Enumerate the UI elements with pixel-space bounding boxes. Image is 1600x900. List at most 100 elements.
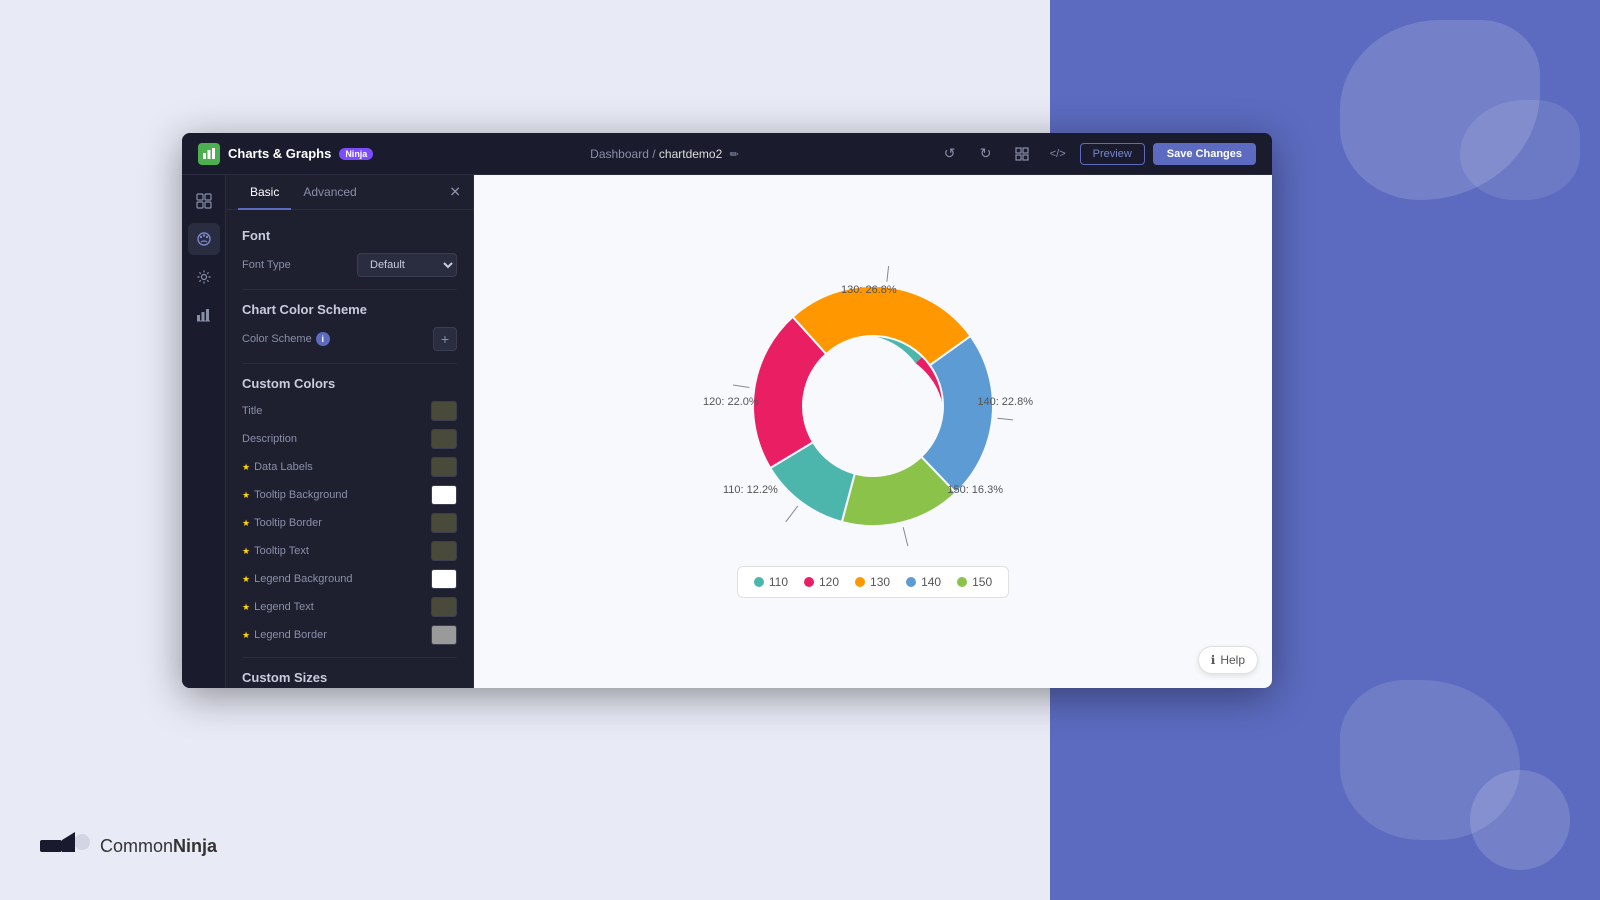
legend-item-150: 150 <box>957 575 992 589</box>
layout-button[interactable] <box>1008 140 1036 168</box>
color-row-description: Description <box>242 429 457 449</box>
header-actions: ↺ ↻ </> Preview Save Changes <box>936 140 1256 168</box>
sidebar-icon-grid[interactable] <box>188 185 220 217</box>
save-button[interactable]: Save Changes <box>1153 143 1256 165</box>
panel-close-button[interactable]: ✕ <box>449 184 461 201</box>
app-body: Basic Advanced ✕ Font Font Type Default … <box>182 175 1272 688</box>
panel-content: Font Font Type Default Sans-serif Serif … <box>226 210 473 688</box>
brand-logo-icon <box>40 832 90 860</box>
legend-item-120: 120 <box>804 575 839 589</box>
legend-dot-140 <box>906 577 916 587</box>
color-swatch-legend-border[interactable] <box>431 625 457 645</box>
label-110: 110: 12.2% <box>723 484 778 496</box>
edit-pencil-icon[interactable]: ✏ <box>730 149 739 161</box>
redo-button[interactable]: ↻ <box>972 140 1000 168</box>
label-120: 120: 22.0% <box>703 396 759 408</box>
color-row-legend-text: ★ Legend Text <box>242 597 457 617</box>
legend-label-120: 120 <box>819 575 839 589</box>
bottom-branding: CommonNinja <box>40 832 217 860</box>
section-divider-2 <box>242 363 457 364</box>
sidebar-icons <box>182 175 226 688</box>
color-swatch-title[interactable] <box>431 401 457 421</box>
chart-area: 130: 26.8% 140: 22.8% 150: 16.3% 110: 12… <box>474 175 1272 688</box>
color-swatch-description[interactable] <box>431 429 457 449</box>
help-label: Help <box>1220 653 1245 667</box>
donut-chart: 130: 26.8% 140: 22.8% 150: 16.3% 110: 12… <box>733 266 1013 546</box>
color-swatch-data-labels[interactable] <box>431 457 457 477</box>
color-swatch-legend-text[interactable] <box>431 597 457 617</box>
app-badge: Ninja <box>339 148 373 160</box>
legend-dot-130 <box>855 577 865 587</box>
color-row-legend-bg: ★ Legend Background <box>242 569 457 589</box>
tab-basic[interactable]: Basic <box>238 175 291 209</box>
color-row-tooltip-text: ★ Tooltip Text <box>242 541 457 561</box>
chart-container: 130: 26.8% 140: 22.8% 150: 16.3% 110: 12… <box>733 266 1013 598</box>
help-button[interactable]: ℹ Help <box>1198 646 1258 674</box>
color-swatch-tooltip-border[interactable] <box>431 513 457 533</box>
info-icon[interactable]: i <box>316 332 330 346</box>
color-label-legend-bg: ★ Legend Background <box>242 573 353 585</box>
sidebar-icon-settings[interactable] <box>188 261 220 293</box>
legend-label-110: 110 <box>769 575 788 589</box>
tab-advanced[interactable]: Advanced <box>291 175 368 209</box>
color-label-description: Description <box>242 433 297 445</box>
bg-bottom-panel <box>1050 680 1600 900</box>
legend-item-140: 140 <box>906 575 941 589</box>
legend-dot-150 <box>957 577 967 587</box>
color-row-title: Title <box>242 401 457 421</box>
color-label-tooltip-bg: ★ Tooltip Background <box>242 489 348 501</box>
panel-tabs: Basic Advanced ✕ <box>226 175 473 210</box>
color-row-data-labels: ★ Data Labels <box>242 457 457 477</box>
code-button[interactable]: </> <box>1044 140 1072 168</box>
sidebar-icon-chart[interactable] <box>188 299 220 331</box>
add-color-scheme-button[interactable]: + <box>433 327 457 351</box>
color-row-tooltip-border: ★ Tooltip Border <box>242 513 457 533</box>
chart-color-scheme-title: Chart Color Scheme <box>242 302 457 317</box>
color-label-legend-text: ★ Legend Text <box>242 601 314 613</box>
legend-dot-110 <box>754 577 764 587</box>
color-label-tooltip-border: ★ Tooltip Border <box>242 517 322 529</box>
legend-label-140: 140 <box>921 575 941 589</box>
breadcrumb-separator: / <box>652 147 659 161</box>
color-row-tooltip-bg: ★ Tooltip Background <box>242 485 457 505</box>
undo-button[interactable]: ↺ <box>936 140 964 168</box>
color-row-legend-border: ★ Legend Border <box>242 625 457 645</box>
bg-circle <box>1470 770 1570 870</box>
color-label-legend-border: ★ Legend Border <box>242 629 327 641</box>
font-type-select[interactable]: Default Sans-serif Serif <box>357 253 457 277</box>
donut-chart-main <box>733 266 1013 546</box>
color-swatch-legend-bg[interactable] <box>431 569 457 589</box>
section-divider-3 <box>242 657 457 658</box>
legend-item-130: 130 <box>855 575 890 589</box>
color-scheme-label: Color Scheme i <box>242 332 330 346</box>
chart-legend: 110 120 130 140 <box>737 566 1009 598</box>
color-label-data-labels: ★ Data Labels <box>242 461 313 473</box>
app-name-label: Charts & Graphs <box>228 146 331 161</box>
legend-dot-120 <box>804 577 814 587</box>
preview-button[interactable]: Preview <box>1080 143 1145 165</box>
help-icon: ℹ <box>1211 653 1216 667</box>
legend-label-150: 150 <box>972 575 992 589</box>
custom-colors-title: Custom Colors <box>242 376 457 391</box>
legend-item-110: 110 <box>754 575 788 589</box>
app-header: Charts & Graphs Ninja Dashboard / chartd… <box>182 133 1272 175</box>
breadcrumb: Dashboard / chartdemo2 ✏ <box>393 147 935 161</box>
breadcrumb-chart[interactable]: chartdemo2 <box>659 147 722 161</box>
font-type-label: Font Type <box>242 259 291 271</box>
color-scheme-row: Color Scheme i + <box>242 327 457 351</box>
settings-panel: Basic Advanced ✕ Font Font Type Default … <box>226 175 474 688</box>
logo-icon <box>198 143 220 165</box>
legend-label-130: 130 <box>870 575 890 589</box>
color-label-tooltip-text: ★ Tooltip Text <box>242 545 309 557</box>
color-label-title: Title <box>242 405 262 417</box>
section-divider-1 <box>242 289 457 290</box>
label-150: 150: 16.3% <box>947 484 1003 496</box>
color-swatch-tooltip-text[interactable] <box>431 541 457 561</box>
color-swatch-tooltip-bg[interactable] <box>431 485 457 505</box>
sidebar-icon-palette[interactable] <box>188 223 220 255</box>
custom-sizes-title: Custom Sizes <box>242 670 457 685</box>
breadcrumb-dashboard[interactable]: Dashboard <box>590 147 649 161</box>
app-window: Charts & Graphs Ninja Dashboard / chartd… <box>182 133 1272 688</box>
font-type-row: Font Type Default Sans-serif Serif <box>242 253 457 277</box>
label-130: 130: 26.8% <box>841 284 897 296</box>
